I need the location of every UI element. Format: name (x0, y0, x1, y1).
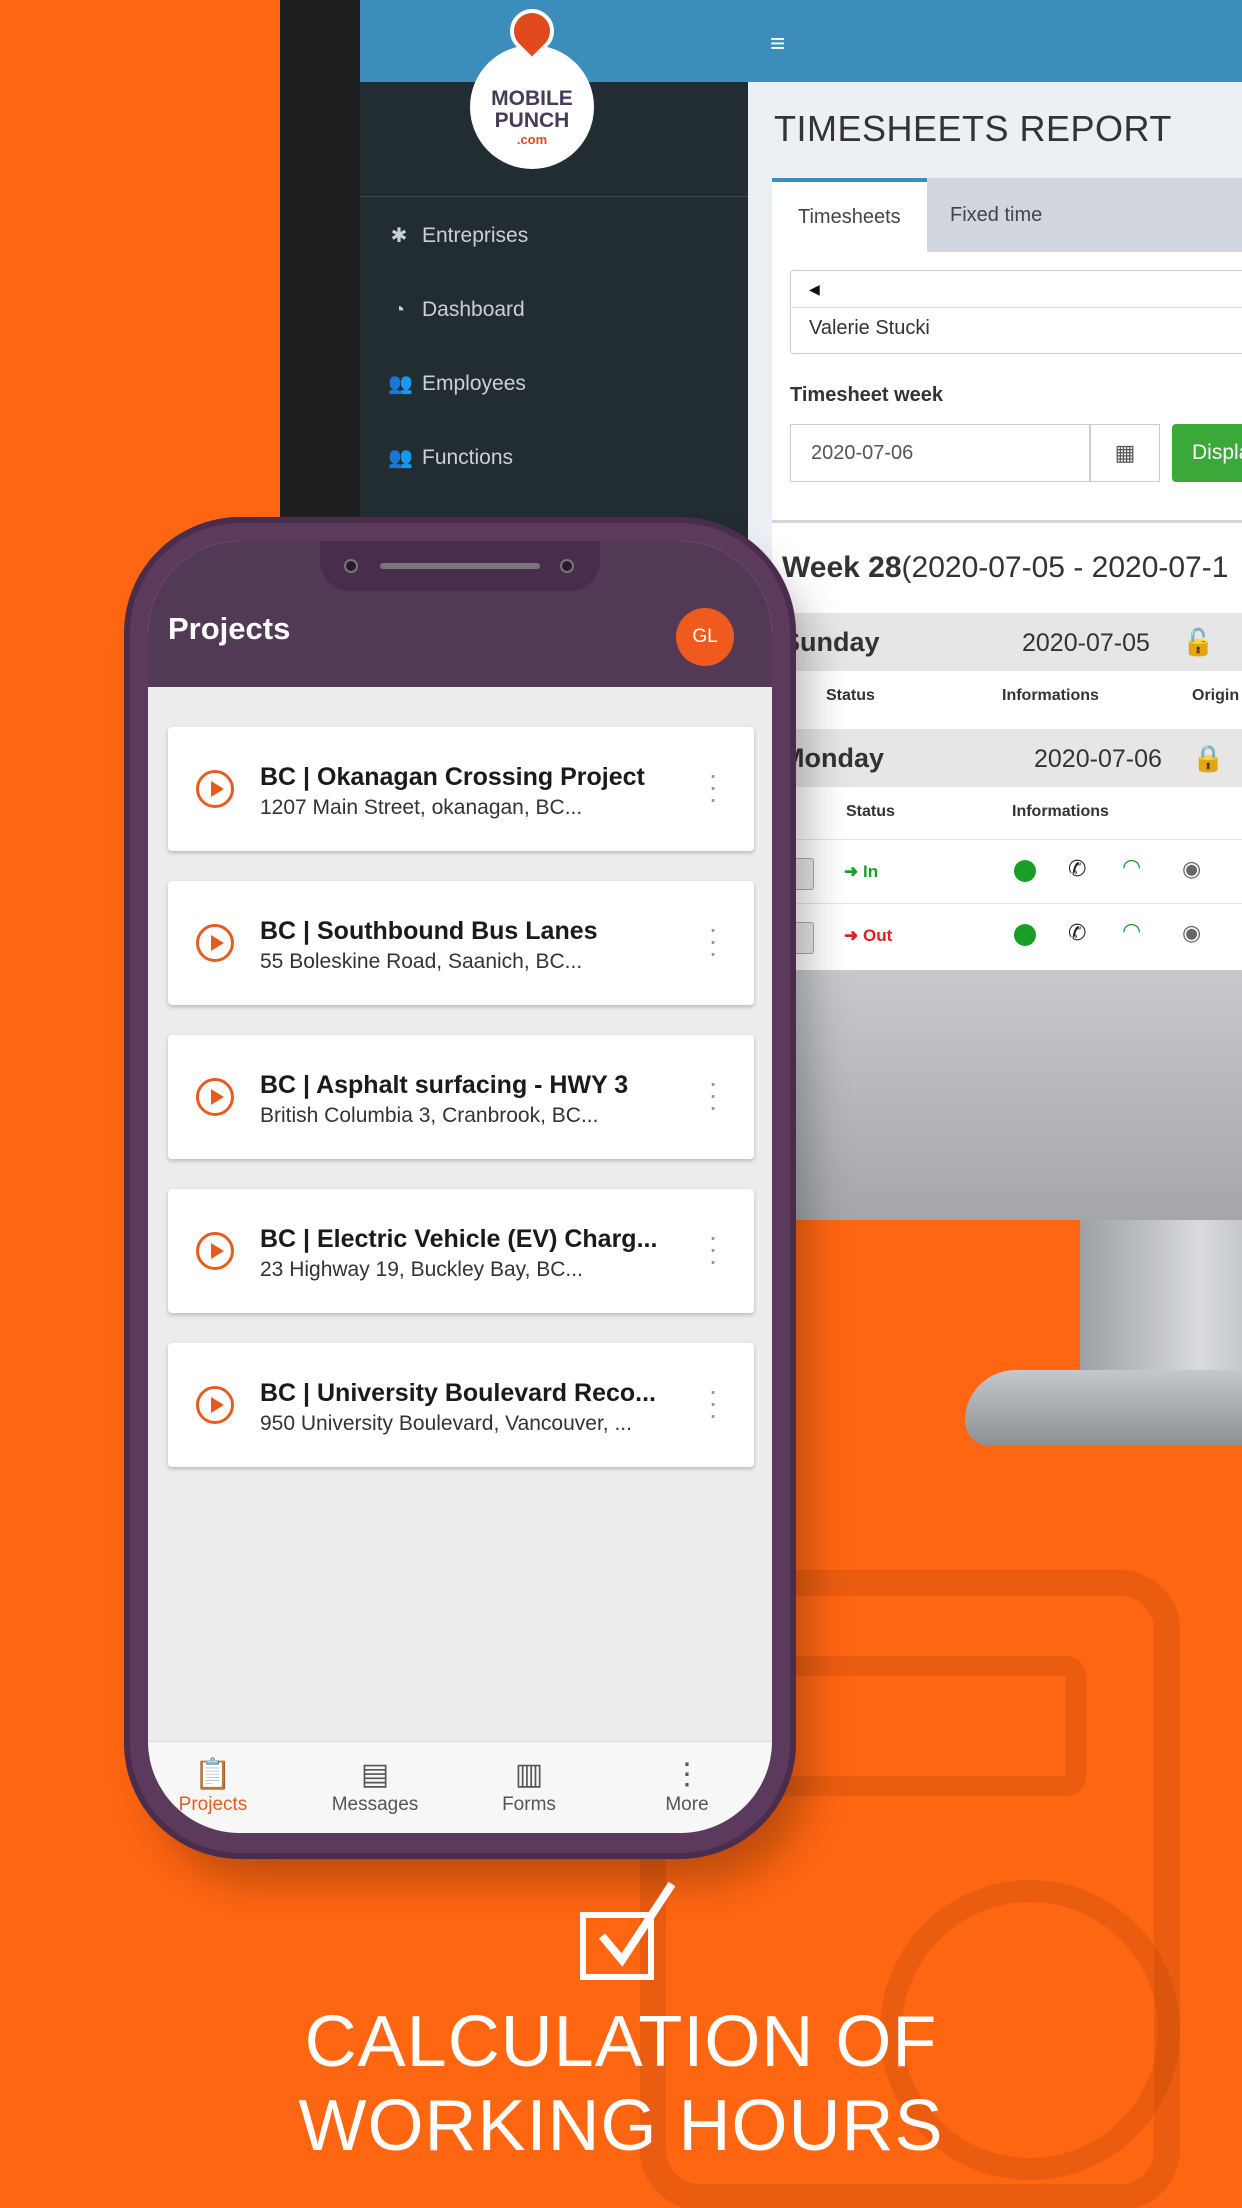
employee-select[interactable]: ◀ Valerie Stucki (790, 270, 1242, 354)
dashboard-icon: ◔ (392, 299, 406, 321)
unlock-icon[interactable]: 🔓 (1182, 627, 1214, 658)
wifi-icon: ◠ (1122, 854, 1142, 879)
project-card[interactable]: BC | Electric Vehicle (EV) Charg... 23 H… (168, 1189, 754, 1313)
lock-icon[interactable]: 🔒 (1192, 743, 1224, 774)
phone-notch (320, 541, 600, 591)
more-vertical-icon[interactable]: · · · (708, 1377, 718, 1429)
monitor-stand-base (965, 1370, 1242, 1446)
status-dot-icon (1014, 860, 1036, 882)
timesheet-week-input[interactable]: 2020-07-06 (790, 424, 1090, 482)
caret-left-icon: ◀ (809, 281, 820, 297)
bottom-nav: 📋 Projects ▤ Messages ▥ Forms ⋮ More (148, 1741, 772, 1833)
more-vertical-icon[interactable]: · · · (708, 1223, 718, 1275)
play-circle-icon[interactable] (196, 1386, 234, 1424)
sidebar-item-dashboard[interactable]: ◔ Dashboard (388, 290, 525, 330)
punch-row-out: ➜ Out ✆ ◠ ◉ (772, 903, 1242, 967)
users-icon: 👥 (388, 447, 413, 469)
checkmark-icon (598, 1881, 676, 1967)
globe-icon[interactable]: ◉ (1182, 920, 1201, 946)
display-button[interactable]: Displa (1172, 424, 1242, 482)
nav-projects[interactable]: 📋 Projects (148, 1756, 278, 1816)
punch-row-in: ➜ In ✆ ◠ ◉ (772, 839, 1242, 903)
sidebar-item-employees[interactable]: 👥 Employees (388, 364, 526, 404)
wifi-icon: ◠ (1122, 918, 1142, 943)
phone-frame: Projects GL BC | Okanagan Crossing Proje… (130, 523, 790, 1853)
play-circle-icon[interactable] (196, 924, 234, 962)
more-vertical-icon: ⋮ (672, 1758, 702, 1791)
punch-in-label: ➜ In (844, 862, 879, 881)
app-title: Projects (168, 611, 291, 646)
headline: CALCULATION OF WORKING HOURS (298, 2002, 944, 2166)
timesheet-week-label: Timesheet week (790, 384, 944, 406)
project-card[interactable]: BC | Okanagan Crossing Project 1207 Main… (168, 727, 754, 851)
avatar[interactable]: GL (676, 608, 734, 666)
more-vertical-icon[interactable]: · · · (708, 915, 718, 967)
week-summary: Week 28(2020-07-05 - 2020-07-1 Sunday 20… (772, 520, 1242, 970)
phone-screen: Projects GL BC | Okanagan Crossing Proje… (148, 541, 772, 1833)
play-circle-icon[interactable] (196, 770, 234, 808)
report-content: TIMESHEETS REPORT Timesheets Fixed time … (748, 82, 1242, 970)
play-circle-icon[interactable] (196, 1232, 234, 1270)
phone-icon: ✆ (1068, 856, 1087, 881)
brand-logo[interactable]: MOBILE PUNCH .com (470, 0, 594, 169)
nav-forms[interactable]: ▥ Forms (464, 1756, 594, 1816)
message-icon: ▤ (360, 1758, 390, 1791)
tab-fixed-time[interactable]: Fixed time (924, 178, 1068, 252)
day-row-monday: Monday 2020-07-06 🔒 (772, 729, 1242, 787)
app-bar: Projects GL (148, 541, 772, 687)
page-title: TIMESHEETS REPORT (774, 108, 1172, 149)
sidebar-divider (360, 196, 748, 197)
users-icon: 👥 (388, 373, 413, 395)
document-icon: ▥ (514, 1758, 544, 1791)
phone-icon: ✆ (1068, 920, 1087, 945)
more-vertical-icon[interactable]: · · · (708, 761, 718, 813)
tab-timesheets[interactable]: Timesheets (772, 178, 927, 252)
column-headers: Status Informations (846, 803, 1109, 820)
column-headers: Status Informations Origin (826, 687, 1240, 704)
week-title: Week 28(2020-07-05 - 2020-07-1 (782, 551, 1229, 584)
report-tabs: Timesheets Fixed time (772, 178, 1242, 252)
nav-messages[interactable]: ▤ Messages (310, 1756, 440, 1816)
more-vertical-icon[interactable]: · · · (708, 1069, 718, 1121)
project-card[interactable]: BC | Southbound Bus Lanes 55 Boleskine R… (168, 881, 754, 1005)
project-card[interactable]: BC | University Boulevard Reco... 950 Un… (168, 1343, 754, 1467)
project-card[interactable]: BC | Asphalt surfacing - HWY 3 British C… (168, 1035, 754, 1159)
globe-icon[interactable]: ◉ (1182, 856, 1201, 882)
clipboard-icon: 📋 (194, 1758, 232, 1791)
day-row-sunday: Sunday 2020-07-05 🔓 (772, 613, 1242, 671)
sidebar-item-entreprises[interactable]: ✱ Entreprises (388, 216, 529, 256)
punch-out-label: ➜ Out (844, 926, 893, 945)
status-dot-icon (1014, 924, 1036, 946)
gear-icon: ✱ (390, 225, 408, 247)
play-circle-icon[interactable] (196, 1078, 234, 1116)
monitor-chin (788, 970, 1242, 1220)
hamburger-menu-icon[interactable]: ≡ (770, 28, 785, 59)
calendar-icon[interactable]: ▦ (1090, 424, 1160, 482)
timesheet-panel: ◀ Valerie Stucki Timesheet week 2020-07-… (772, 252, 1242, 970)
admin-topbar: ≡ (748, 0, 1242, 82)
nav-more[interactable]: ⋮ More (622, 1756, 752, 1816)
sidebar-item-functions[interactable]: 👥 Functions (388, 438, 513, 478)
